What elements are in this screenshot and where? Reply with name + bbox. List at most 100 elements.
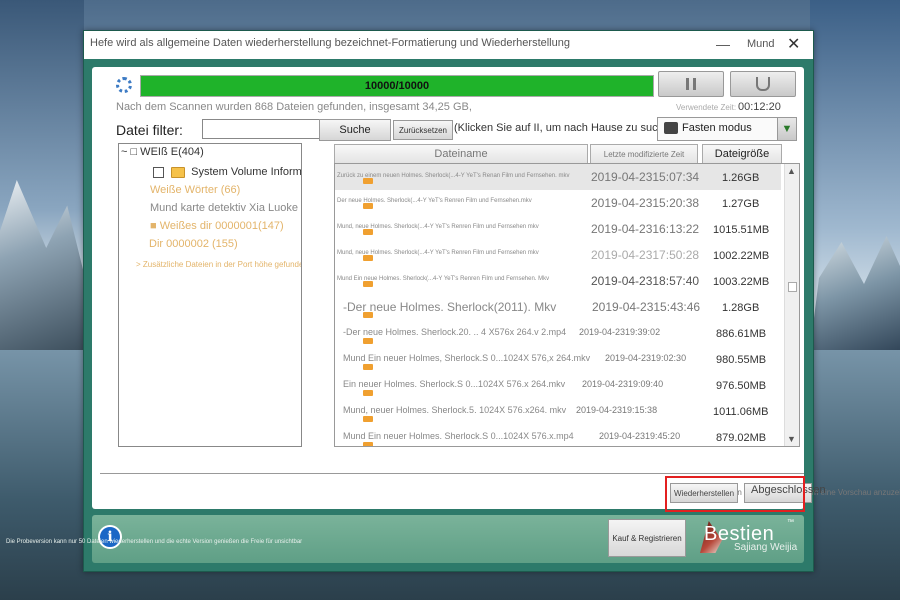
file-date: 2019-04-2315:43:46 <box>592 300 701 314</box>
column-header-filename[interactable]: Dateiname <box>334 144 588 164</box>
table-row[interactable]: Der neue Holmes. Sherlock(...4-Y YeT's R… <box>335 190 781 216</box>
table-row[interactable]: -Der neue Holmes. Sherlock(2011). Mkv 20… <box>335 294 781 320</box>
file-date: 2019-04-2316:13:22 <box>591 222 700 236</box>
column-header-size[interactable]: Dateigröße <box>702 144 782 164</box>
file-size: 980.55MB <box>716 354 767 366</box>
file-name: Mund Ein neuer Holmes, Sherlock.S 0...10… <box>343 353 591 363</box>
tree-item-system-volume-information[interactable]: System Volume Information (2 <box>153 166 302 178</box>
tree-item-label: System Volume Information <box>191 166 302 178</box>
file-filter-input[interactable] <box>202 119 322 139</box>
file-date: 2019-04-2315:20:38 <box>591 196 700 210</box>
tree-item[interactable]: Mund karte detektiv Xia Luoke (13) <box>150 202 301 214</box>
folder-tree[interactable]: ~ □ WEIß E(404) System Volume Informatio… <box>118 143 302 447</box>
table-row[interactable]: Mund, neuer Holmes. Sherlock.5. 1024X 57… <box>335 398 781 424</box>
file-table-header: Dateiname Letzte modifizierte Zeit Datei… <box>334 144 788 164</box>
file-table[interactable]: Zurück zu einem neuen Holmes. Sherlock(.… <box>334 163 800 447</box>
tree-item[interactable]: Dir 0000002 (155) <box>149 238 238 250</box>
file-size: 1002.22MB <box>713 250 770 262</box>
file-size: 1.27GB <box>722 198 760 210</box>
scan-status-text: Nach dem Scannen wurden 868 Dateien gefu… <box>116 101 472 113</box>
table-row[interactable]: -Der neue Holmes. Sherlock.20. .. 4 X576… <box>335 320 781 346</box>
tree-item[interactable]: Weiße Wörter (66) <box>150 184 240 196</box>
file-name: Mund, neuer Holmes. Sherlock.5. 1024X 57… <box>343 405 567 415</box>
title-extra-label[interactable]: Mund <box>747 38 775 50</box>
trial-note-text: Die Probeversion kann nur 50 Dateien wie… <box>6 539 303 545</box>
scan-progress-bar: 10000/10000 <box>140 75 654 97</box>
file-icon <box>363 416 373 422</box>
scan-mode-select[interactable]: Fasten modus ▼ <box>657 117 797 141</box>
table-row[interactable]: Mund Ein neuer Holmes, Sherlock.S 0...10… <box>335 346 781 372</box>
buy-register-button[interactable]: Kauf & Registrieren <box>608 519 686 557</box>
window-title: Hefe wird als allgemeine Daten wiederher… <box>90 37 570 49</box>
file-name: -Der neue Holmes. Sherlock(2011). Mkv <box>343 300 557 314</box>
table-row[interactable]: Mund, neue Holmes. Sherlock(...4-Y YeT's… <box>335 242 781 268</box>
file-date: 2019-04-2319:39:02 <box>579 327 661 337</box>
minimize-button[interactable]: — <box>716 36 730 52</box>
file-date: 2019-04-2319:45:20 <box>599 431 681 441</box>
tree-item[interactable]: > Zusätzliche Dateien in der Port höhe g… <box>136 260 301 269</box>
pause-icon <box>686 78 689 90</box>
pause-icon-bar <box>693 78 696 90</box>
file-size: 976.50MB <box>716 380 767 392</box>
file-size: 1003.22MB <box>713 276 770 288</box>
file-name: Ein neuer Holmes. Sherlock.S 0...1024X 5… <box>343 379 566 389</box>
table-row[interactable]: Mund, neue Holmes. Sherlock(...4-Y YeT's… <box>335 216 781 242</box>
file-size: 886.61MB <box>716 328 767 340</box>
brand-trademark: ™ <box>787 519 794 526</box>
file-name: Mund Ein neuer Holmes. Sherlock.S 0...10… <box>343 431 574 441</box>
file-icon <box>363 178 373 184</box>
elapsed-time-label: Verwendete Zeit: <box>676 103 737 112</box>
file-date: 2019-04-2315:07:34 <box>591 170 700 184</box>
file-date: 2019-04-2317:50:28 <box>591 248 700 262</box>
file-date: 2019-04-2319:09:40 <box>582 379 664 389</box>
progress-text: 10000/10000 <box>364 80 430 92</box>
scroll-down-icon[interactable]: ▼ <box>787 434 796 444</box>
filter-hint-text: (Klicken Sie auf II, um nach Hause zu su… <box>454 122 664 134</box>
checkbox[interactable] <box>153 166 164 178</box>
file-size: 1.28GB <box>722 302 760 314</box>
loading-spinner-icon <box>116 77 132 93</box>
file-icon <box>363 338 373 344</box>
file-filter-label: Datei filter: <box>116 122 183 138</box>
table-row[interactable]: Mund Ein neue Holmes. Sherlock(...4-Y Ye… <box>335 268 781 294</box>
pause-button[interactable] <box>658 71 724 97</box>
file-date: 2019-04-2319:15:38 <box>576 405 658 415</box>
file-icon <box>363 312 373 318</box>
footer-bar: i Die Probeversion kann nur 50 Dateien w… <box>6 515 804 563</box>
column-header-modified[interactable]: Letzte modifizierte Zeit <box>590 144 698 164</box>
file-date: 2019-04-2318:57:40 <box>591 274 700 288</box>
vertical-scrollbar[interactable]: ▲ ▼ <box>784 164 799 446</box>
search-button[interactable]: Suche <box>319 119 391 141</box>
info-icon[interactable]: i <box>98 525 122 549</box>
tree-item[interactable]: ■ Weißes dir 0000001(147) <box>150 220 284 232</box>
brand-subtitle: Sajiang Weijia <box>734 542 798 553</box>
file-size: 1011.06MB <box>713 406 769 418</box>
file-size: 1.26GB <box>722 172 760 184</box>
file-name: -Der neue Holmes. Sherlock.20. .. 4 X576… <box>343 327 567 337</box>
main-panel: 10000/10000 Nach dem Scannen wurden 868 … <box>92 67 900 509</box>
table-row[interactable]: Mund Ein neuer Holmes. Sherlock.S 0...10… <box>335 424 781 446</box>
monitor-icon <box>664 122 678 134</box>
divider <box>100 473 804 474</box>
highlight-box <box>665 476 805 512</box>
folder-icon <box>171 166 186 178</box>
scroll-up-icon[interactable]: ▲ <box>787 166 796 176</box>
reset-button[interactable]: Zurücksetzen <box>393 120 453 140</box>
file-icon <box>363 364 373 370</box>
dropdown-arrow-icon[interactable]: ▼ <box>777 118 796 140</box>
scan-mode-value: Fasten modus <box>682 122 752 134</box>
file-icon <box>363 281 373 287</box>
file-date: 2019-04-2319:02:30 <box>605 353 687 363</box>
tree-root-drive[interactable]: ~ □ WEIß E(404) <box>121 146 204 158</box>
table-row[interactable]: Ein neuer Holmes. Sherlock.S 0...1024X 5… <box>335 372 781 398</box>
close-button[interactable]: ✕ <box>787 34 800 54</box>
file-icon <box>363 255 373 261</box>
file-icon <box>363 203 373 209</box>
elapsed-time-value: 00:12:20 <box>738 101 781 113</box>
title-bar[interactable]: Hefe wird als allgemeine Daten wiederher… <box>84 31 813 59</box>
file-size: 879.02MB <box>716 432 767 444</box>
scroll-thumb[interactable] <box>788 282 797 292</box>
stop-button[interactable] <box>730 71 796 97</box>
file-icon <box>363 442 373 446</box>
table-row[interactable]: Zurück zu einem neuen Holmes. Sherlock(.… <box>335 164 781 190</box>
